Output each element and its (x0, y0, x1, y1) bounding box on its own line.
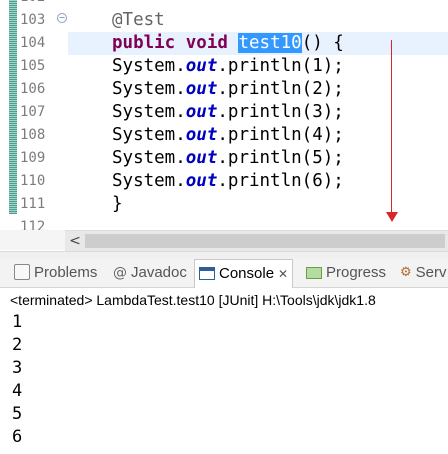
keyword-text: public (112, 33, 176, 53)
code-line[interactable]: public void test10() { (112, 32, 344, 55)
field-text: out (185, 171, 218, 191)
javadoc-icon: @ (113, 265, 127, 282)
tab-progress[interactable]: Progress (306, 259, 386, 287)
tab-javadoc[interactable]: @ Javadoc (113, 259, 187, 287)
code-text: System. (112, 79, 186, 99)
code-line[interactable]: System.out.println(6); (112, 170, 344, 193)
code-text: System. (112, 171, 186, 191)
field-text: out (185, 79, 218, 99)
line-number: 108 (20, 127, 46, 143)
field-text: out (185, 125, 218, 145)
console-output-line: 2 (12, 335, 23, 355)
keyword-text: void (185, 33, 228, 53)
scrollbar-gutter (0, 230, 65, 250)
console-output-line: 3 (12, 358, 23, 378)
line-number: 112 (20, 219, 46, 230)
field-text: out (185, 56, 218, 76)
code-text: System. (112, 56, 186, 76)
scroll-left-arrow-icon[interactable]: < (65, 231, 85, 251)
code-line[interactable]: System.out.println(1); (112, 55, 344, 78)
code-text: .println(5); (217, 148, 344, 168)
console-icon (199, 266, 215, 280)
code-text: .println(2); (217, 79, 344, 99)
console-output-line: 6 (12, 427, 23, 447)
field-text: out (185, 102, 218, 122)
line-number: 105 (20, 58, 46, 74)
console-status-line: <terminated> LambdaTest.test10 [JUnit] H… (10, 292, 376, 308)
code-line[interactable]: System.out.println(2); (112, 78, 344, 101)
tab-console[interactable]: Console ✕ (194, 259, 294, 288)
change-ruler (9, 0, 17, 214)
code-line[interactable]: System.out.println(3); (112, 101, 344, 124)
code-editor[interactable]: 102 103 − 104 105 106 107 108 109 110 11… (0, 0, 448, 230)
code-line[interactable]: System.out.println(5); (112, 147, 344, 170)
code-text: System. (112, 148, 186, 168)
code-text: } (112, 194, 123, 214)
tab-label: Progress (326, 264, 387, 281)
code-text: .println(3); (217, 102, 344, 122)
code-line[interactable]: } (112, 193, 123, 216)
annotation-arrow-line (391, 40, 392, 216)
close-icon[interactable]: ✕ (278, 267, 288, 281)
view-tab-bar: Problems @ Javadoc Console ✕ Progress ⚙ Ser… (0, 259, 448, 288)
console-output-line: 4 (12, 381, 23, 401)
tab-label: Javadoc (131, 264, 187, 281)
line-number: 103 (20, 12, 46, 28)
problems-icon (14, 264, 30, 281)
code-line[interactable]: System.out.println(4); (112, 124, 344, 147)
line-number: 106 (20, 81, 46, 97)
selected-method-name[interactable]: test10 (238, 33, 302, 53)
field-text: out (185, 148, 218, 168)
code-text: System. (112, 102, 186, 122)
line-number: 102 (20, 0, 60, 9)
console-output-area[interactable]: <terminated> LambdaTest.test10 [JUnit] H… (0, 288, 448, 454)
fold-collapse-icon[interactable]: − (57, 13, 67, 23)
tab-servers[interactable]: ⚙ Serv (400, 259, 447, 287)
console-output-line: 1 (12, 312, 23, 332)
progress-icon (306, 267, 322, 280)
tab-problems[interactable]: Problems (14, 259, 97, 287)
tab-label: Serv (415, 264, 447, 281)
annotation-text: @Test (112, 10, 165, 30)
console-output-line: 5 (12, 404, 23, 424)
line-number: 110 (20, 173, 46, 189)
line-number: 109 (20, 150, 46, 166)
line-number: 107 (20, 104, 46, 120)
code-text: .println(1); (217, 56, 344, 76)
servers-icon: ⚙ (400, 265, 412, 281)
scrollbar-thumb[interactable] (85, 234, 445, 248)
code-line[interactable]: @Test (112, 9, 165, 32)
code-text: .println(4); (217, 125, 344, 145)
tab-label: Problems (34, 264, 98, 281)
code-text: () { (301, 33, 344, 53)
tab-label: Console (219, 265, 275, 282)
annotation-arrow-head (386, 212, 398, 222)
code-text: System. (112, 125, 186, 145)
line-number: 111 (20, 196, 46, 212)
horizontal-scrollbar[interactable]: < (65, 230, 448, 251)
line-number: 104 (20, 35, 46, 51)
code-text: .println(6); (217, 171, 344, 191)
